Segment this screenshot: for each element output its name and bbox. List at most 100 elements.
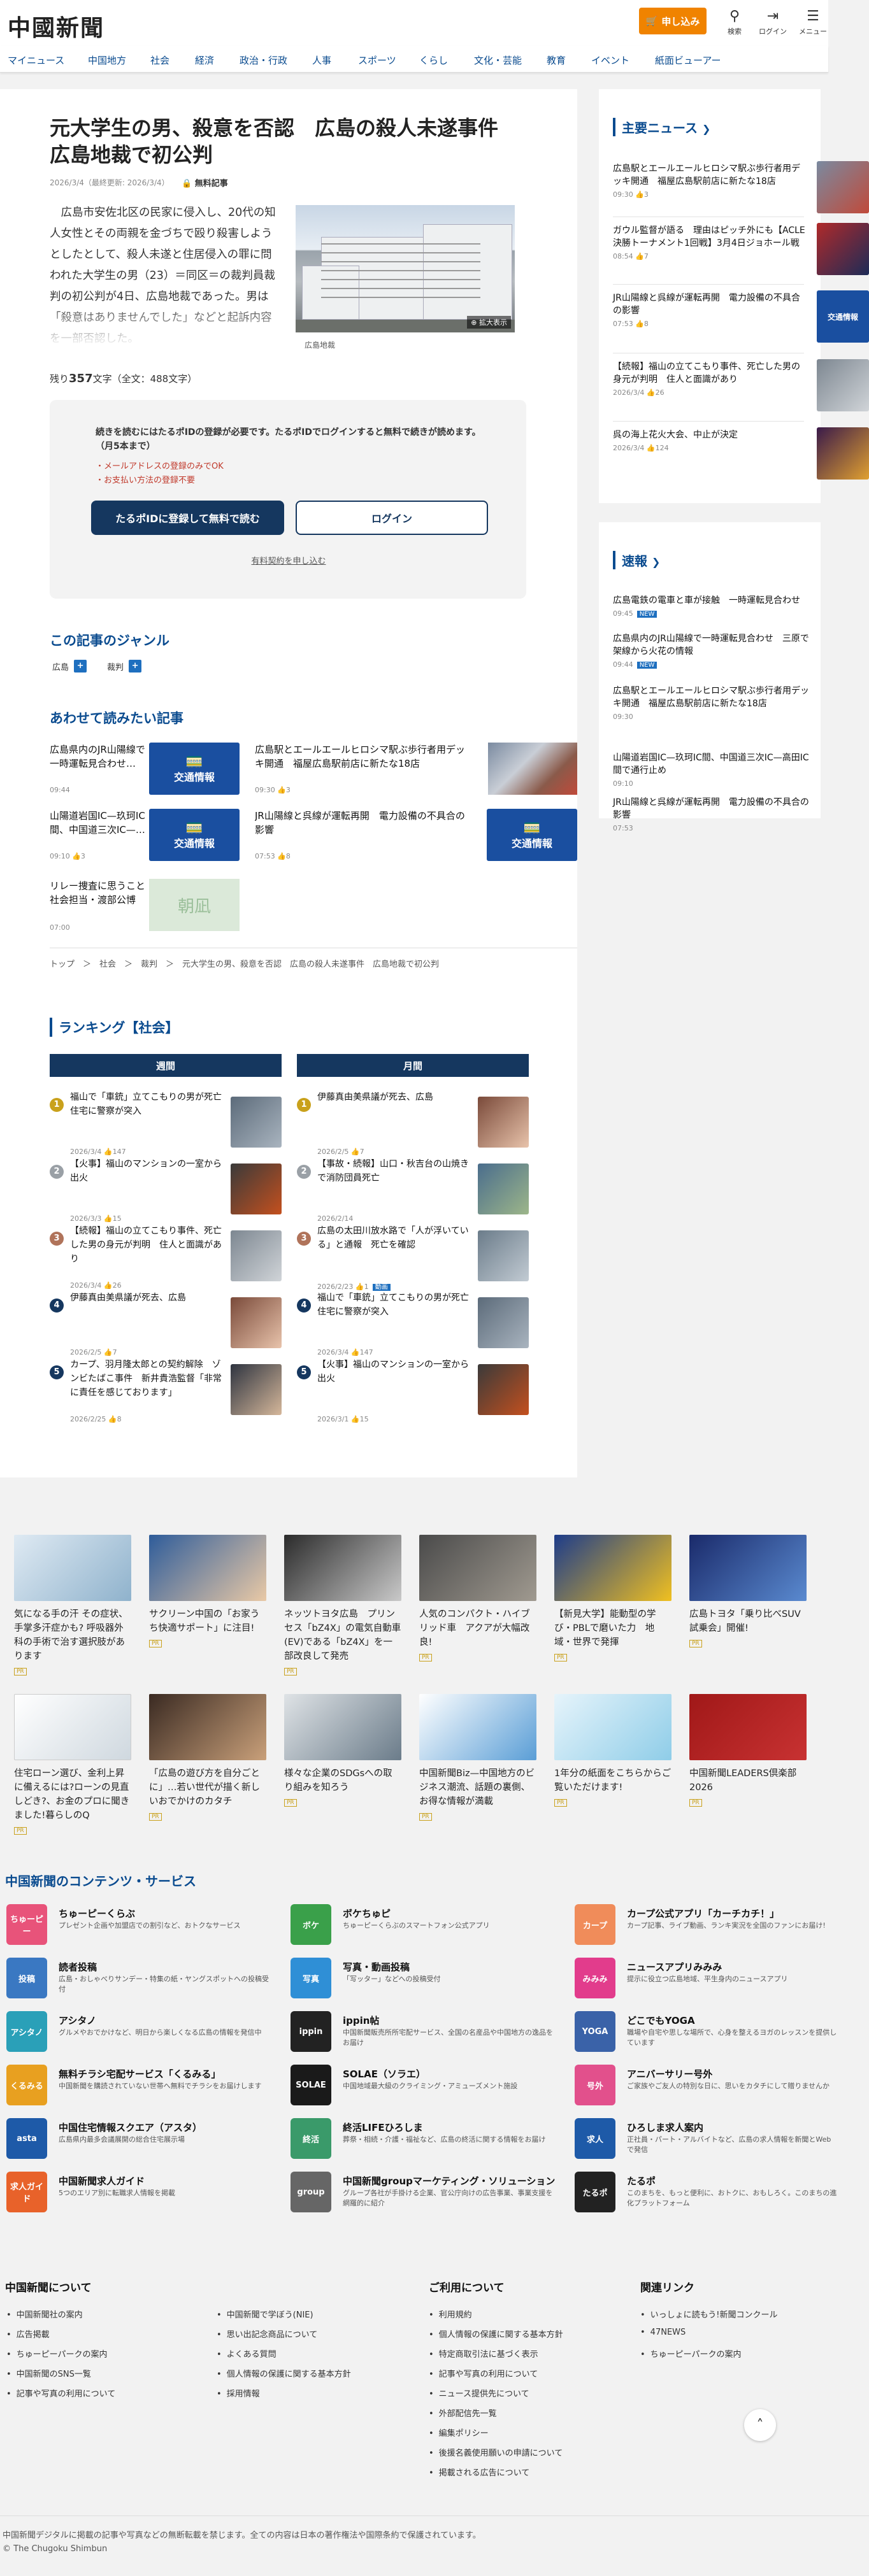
flash-news-item[interactable]: JR山陽線と呉線が運転再開 電力設備の不具合の影響 07:53 [613, 796, 817, 832]
ad-card[interactable]: 中国新聞LEADERS倶楽部2026 PR [689, 1694, 807, 1807]
main-news-item[interactable]: 広島駅とエールエールヒロシマ駅ぶ歩行者用デッキ開通 福屋広島駅前店に新たな18店… [613, 162, 808, 199]
footer-link[interactable]: 特定商取引法に基づく表示 [429, 2347, 538, 2359]
traffic-info-thumb[interactable]: 🚃 交通情報 [149, 743, 240, 795]
paid-subscribe-link[interactable]: 有料契約を申し込む [0, 554, 577, 566]
ad-card[interactable]: 「広島の遊び方を自分ごとに」…若い世代が描く新しいおでかけのカタチ PR [149, 1694, 266, 1821]
ranking-thumb[interactable] [231, 1230, 282, 1281]
ranking-thumb[interactable] [478, 1297, 529, 1348]
nav-item[interactable]: 教育 [547, 53, 566, 67]
flash-news-item[interactable]: 山陽道岩国IC—玖珂IC間、中国道三次IC—高田IC間で通行止め 09:10 [613, 751, 817, 788]
asanagi-banner[interactable]: 朝凪 [149, 879, 240, 931]
ranking-item[interactable]: 3 広島の太田川放水路で「人が浮いている」と通報 死亡を確認 2026/2/23 👍… [297, 1224, 535, 1291]
related-item[interactable]: 広島駅とエールエールヒロシマ駅ぶ歩行者用デッキ開通 福屋広島駅前店に新たな18店… [255, 743, 465, 796]
service-item[interactable]: 号外 アニバーサリー号外 ご家族やご友人の特別な日に、思いをカタチにして贈りませんか [575, 2065, 842, 2112]
ad-card[interactable]: 様々な企業のSDGsへの取り組みを知ろう PR [284, 1694, 401, 1807]
main-news-item[interactable]: 呉の海上花火大会、中止が決定 2026/3/4 👍124 [613, 429, 808, 452]
tab-monthly[interactable]: 月間 [297, 1054, 529, 1077]
footer-link[interactable]: 記事や写真の利用について [6, 2387, 116, 2399]
service-item[interactable]: asta 中国住宅情報スクエア（アスタ） 広島県内最多会議展開の総合住宅展示場 [6, 2118, 274, 2165]
ranking-thumb[interactable] [478, 1097, 529, 1148]
ranking-thumb[interactable] [231, 1097, 282, 1148]
ranking-item[interactable]: 2 【火事】福山のマンションの一室から出火 2026/3/3 👍15 [50, 1157, 288, 1223]
footer-link[interactable]: 外部配信先一覧 [429, 2407, 497, 2419]
ranking-item[interactable]: 4 福山で「車銃」立てこもりの男が死亡 住宅に警察が突入 2026/3/4 👍147 [297, 1291, 535, 1357]
footer-link[interactable]: 広告掲載 [6, 2328, 50, 2340]
service-item[interactable]: 終活 終活LIFEひろしま 葬祭・相続・介護・福祉など、広島の終活に関する情報をお届… [291, 2118, 558, 2165]
ranking-item[interactable]: 1 伊藤真由美県議が死去、広島 2026/2/5 👍7 [297, 1090, 535, 1156]
service-item[interactable]: SOLAE SOLAE（ソラエ） 中国地域最大級のクライミング・アミューズメント施設 [291, 2065, 558, 2112]
ranking-thumb[interactable] [478, 1163, 529, 1214]
service-item[interactable]: 求人 ひろしま求人案内 正社員・パート・アルバイトなど、広島の求人情報を新聞とWeb… [575, 2118, 842, 2165]
nav-item[interactable]: 人事 [312, 53, 331, 67]
footer-link[interactable]: ニュース提供先について [429, 2387, 529, 2399]
footer-link[interactable]: いっしょに読もう!新聞コンクール [640, 2308, 778, 2320]
traffic-info-thumb[interactable]: 🚃 交通情報 [149, 809, 240, 861]
breadcrumb[interactable]: トップ ＞ 社会 ＞ 裁判 ＞ 元大学生の男、殺意を否認 広島の殺人未遂事件 広… [50, 957, 439, 969]
news-thumb[interactable] [817, 427, 869, 480]
service-item[interactable]: 求人ガイド 中国新聞求人ガイド 5つのエリア別に転職求人情報を掲載 [6, 2172, 274, 2219]
service-item[interactable]: 投稿 読者投稿 広島・おしゃべりサンデー・特集の紙・ヤングスポットへの投稿受付 [6, 1958, 274, 2005]
ranking-item[interactable]: 2 【事故・続報】山口・秋吉台の山焼きで消防団員死亡 2026/2/14 [297, 1157, 535, 1223]
nav-item[interactable]: くらし [419, 53, 448, 67]
search-button[interactable]: ⚲ 検索 [717, 9, 752, 36]
footer-link[interactable]: 個人情報の保護に関する基本方針 [217, 2367, 351, 2379]
footer-link[interactable]: 記事や写真の利用について [429, 2367, 538, 2379]
plus-icon[interactable]: + [129, 660, 142, 672]
ranking-thumb[interactable] [478, 1364, 529, 1415]
footer-link[interactable]: 採用情報 [217, 2387, 260, 2399]
login-button-main[interactable]: ログイン [296, 501, 488, 535]
service-item[interactable]: ippin ippin帖 中国新聞販売所所宅配サービス、全国の名産品や中国地方の逸品… [291, 2011, 558, 2058]
ad-card[interactable]: 中国新聞Biz—中国地方のビジネス潮流、話題の裏側、お得な情報が満載 PR [419, 1694, 536, 1821]
footer-link[interactable]: 思い出記念商品について [217, 2328, 318, 2340]
nav-item[interactable]: 紙面ビューアー [655, 53, 721, 67]
nav-item[interactable]: 文化・芸能 [474, 53, 522, 67]
footer-link[interactable]: ちゅーピーパークの案内 [6, 2347, 108, 2359]
site-logo[interactable]: 中國新聞 [8, 10, 104, 43]
footer-link[interactable]: 中国新聞社の案内 [6, 2308, 83, 2320]
menu-button[interactable]: ☰ メニュー [795, 9, 831, 36]
register-button[interactable]: たるポIDに登録して無料で読む [91, 501, 284, 535]
ad-card[interactable]: 人気のコンパクト・ハイブリッド車 アクアが大幅改良! PR [419, 1535, 536, 1662]
service-item[interactable]: ボケ ボケちゅピ ちゅーピーくらぶのスマートフォン公式アプリ [291, 1904, 558, 1951]
ranking-item[interactable]: 5 【火事】福山のマンションの一室から出火 2026/3/1 👍15 [297, 1358, 535, 1424]
flash-news-item[interactable]: 広島駅とエールエールヒロシマ駅ぶ歩行者用デッキ開通 福屋広島駅前店に新たな18店… [613, 685, 817, 721]
ad-card[interactable]: サクリーン中国の「お家うち快適サポート」に注目! PR [149, 1535, 266, 1647]
news-thumb[interactable] [817, 161, 869, 213]
nav-item[interactable]: 政治・行政 [240, 53, 287, 67]
back-to-top-button[interactable]: ˄ [744, 2409, 776, 2441]
ad-card[interactable]: ネッツトヨタ広島 プリンセス「bZ4X」の電気自動車(EV)である「bZ4X」を… [284, 1535, 401, 1676]
ranking-item[interactable]: 3 【続報】福山の立てこもり事件、死亡した男の身元が判明 住人と面識があり 2026… [50, 1224, 288, 1290]
nav-item[interactable]: 社会 [150, 53, 169, 67]
ranking-thumb[interactable] [478, 1230, 529, 1281]
service-item[interactable]: くるみる 無料チラシ宅配サービス「くるみる」 中国新聞を購読されていない世帯へ無料で… [6, 2065, 274, 2112]
footer-link[interactable]: 中国新聞のSNS一覧 [6, 2367, 91, 2379]
genre-tag[interactable]: 広島 + [52, 660, 87, 672]
news-thumb[interactable] [817, 223, 869, 275]
ad-card[interactable]: 1年分の紙面をこちらからご覧いただけます! PR [554, 1694, 672, 1807]
traffic-info-thumb[interactable]: 🚃 交通情報 [487, 809, 577, 861]
footer-link[interactable]: 後援名義使用願いの申請について [429, 2446, 563, 2458]
genre-tag[interactable]: 裁判 + [107, 660, 142, 672]
footer-link[interactable]: 掲載される広告について [429, 2466, 530, 2478]
apply-button[interactable]: 🛒 申し込み [639, 8, 707, 34]
flash-news-item[interactable]: 広島電鉄の電車と車が接触 一時運転見合わせ 09:45 NEW [613, 594, 817, 618]
ranking-item[interactable]: 1 福山で「車銃」立てこもりの男が死亡 住宅に警察が突入 2026/3/4 👍147 [50, 1090, 288, 1156]
footer-link[interactable]: 個人情報の保護に関する基本方針 [429, 2328, 563, 2340]
nav-item[interactable]: マイニュース [8, 53, 64, 67]
service-item[interactable]: みみみ ニュースアプリみみみ 提示に役立つ広島地域、平生身内のニュースアプリ [575, 1958, 842, 2005]
flash-news-item[interactable]: 広島県内のJR山陽線で一時運転見合わせ 三原で架線から火花の情報 09:44 NEW [613, 632, 817, 669]
service-item[interactable]: group 中国新聞groupマーケティング・ソリューション グループ各社が手掛ける… [291, 2172, 558, 2219]
login-button[interactable]: ⇥ ログイン [755, 9, 791, 36]
main-news-item[interactable]: ガウル監督が語る 理由はピッチ外にも【ACLE決勝トーナメント1回戦】3月4日ジ… [613, 224, 808, 260]
footer-link[interactable]: ちゅーピーパークの案内 [640, 2347, 742, 2359]
nav-item[interactable]: スポーツ [358, 53, 396, 67]
ad-card[interactable]: 気になる手の汗 その症状、手掌多汗症かも? 呼吸器外科の手術で治す選択肢がありま… [14, 1535, 131, 1676]
ad-card[interactable]: 【新見大学】能動型の学び・PBLで磨いた力 地域・世界で発揮 PR [554, 1535, 672, 1662]
expand-photo-button[interactable]: ⊕ 拡大表示 [467, 316, 511, 329]
footer-link[interactable]: よくある質問 [217, 2347, 276, 2359]
news-thumb[interactable]: 交通情報 [817, 290, 869, 343]
footer-link[interactable]: 47NEWS [640, 2328, 686, 2337]
plus-icon[interactable]: + [74, 660, 87, 672]
service-item[interactable]: アシタノ アシタノ グルメやおでかけなど、明日から楽しくなる広島の情報を発信中 [6, 2011, 274, 2058]
ranking-thumb[interactable] [231, 1364, 282, 1415]
